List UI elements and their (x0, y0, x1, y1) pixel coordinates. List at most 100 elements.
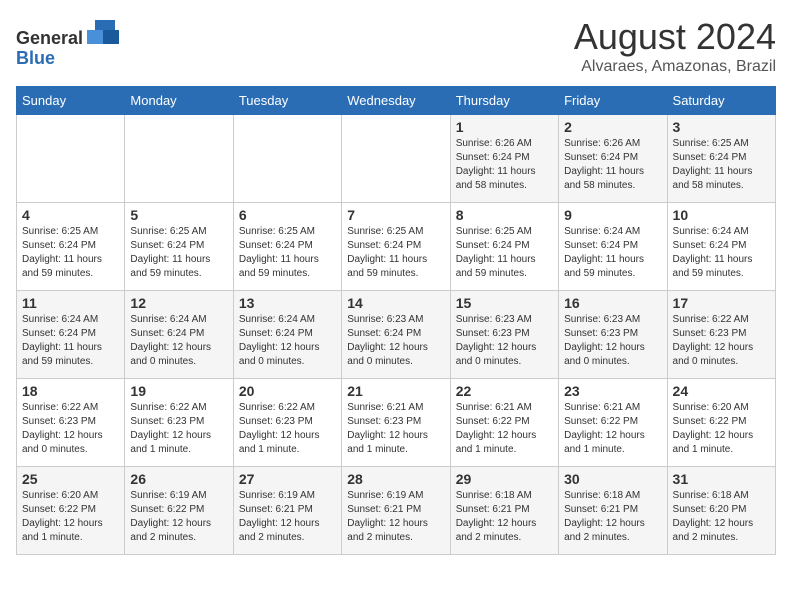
day-number: 8 (456, 207, 553, 223)
logo-blue: Blue (16, 48, 55, 68)
day-info: Sunrise: 6:25 AM Sunset: 6:24 PM Dayligh… (239, 225, 336, 281)
day-number: 23 (564, 383, 661, 399)
calendar-week-row: 4 Sunrise: 6:25 AM Sunset: 6:24 PM Daylig… (17, 203, 776, 291)
calendar-cell: 14Sunrise: 6:23 AM Sunset: 6:24 PM Dayli… (342, 291, 450, 379)
weekday-header: Friday (559, 87, 667, 115)
calendar-cell (17, 115, 125, 203)
calendar-cell: 29 Sunrise: 6:18 AM Sunset: 6:21 PM Dayli… (450, 467, 558, 555)
title-block: August 2024 Alvaraes, Amazonas, Brazil (574, 16, 776, 76)
calendar-cell: 6 Sunrise: 6:25 AM Sunset: 6:24 PM Daylig… (233, 203, 341, 291)
calendar-cell: 10 Sunrise: 6:24 AM Sunset: 6:24 PM Dayli… (667, 203, 775, 291)
day-info: Sunrise: 6:23 AM Sunset: 6:23 PM Dayligh… (564, 313, 661, 369)
logo-icon (87, 16, 119, 44)
calendar-cell (233, 115, 341, 203)
day-info: Sunrise: 6:22 AM Sunset: 6:23 PM Dayligh… (22, 401, 119, 457)
day-info: Sunrise: 6:18 AM Sunset: 6:21 PM Dayligh… (564, 489, 661, 545)
calendar-cell: 1Sunrise: 6:26 AM Sunset: 6:24 PM Daylig… (450, 115, 558, 203)
calendar-cell: 19 Sunrise: 6:22 AM Sunset: 6:23 PM Dayli… (125, 379, 233, 467)
day-info: Sunrise: 6:22 AM Sunset: 6:23 PM Dayligh… (239, 401, 336, 457)
day-info: Sunrise: 6:25 AM Sunset: 6:24 PM Dayligh… (130, 225, 227, 281)
calendar-cell: 4 Sunrise: 6:25 AM Sunset: 6:24 PM Daylig… (17, 203, 125, 291)
calendar-cell: 23 Sunrise: 6:21 AM Sunset: 6:22 PM Dayli… (559, 379, 667, 467)
day-number: 10 (673, 207, 770, 223)
day-info: Sunrise: 6:21 AM Sunset: 6:22 PM Dayligh… (456, 401, 553, 457)
calendar-cell: 25 Sunrise: 6:20 AM Sunset: 6:22 PM Dayli… (17, 467, 125, 555)
calendar-cell: 3 Sunrise: 6:25 AM Sunset: 6:24 PM Daylig… (667, 115, 775, 203)
day-number: 7 (347, 207, 444, 223)
day-number: 21 (347, 383, 444, 399)
calendar-cell: 17 Sunrise: 6:22 AM Sunset: 6:23 PM Dayli… (667, 291, 775, 379)
day-info: Sunrise: 6:21 AM Sunset: 6:23 PM Dayligh… (347, 401, 444, 457)
day-number: 24 (673, 383, 770, 399)
logo: General Blue (16, 16, 119, 69)
day-info: Sunrise: 6:20 AM Sunset: 6:22 PM Dayligh… (673, 401, 770, 457)
day-info: Sunrise: 6:25 AM Sunset: 6:24 PM Dayligh… (673, 137, 770, 193)
calendar-cell: 12Sunrise: 6:24 AM Sunset: 6:24 PM Dayli… (125, 291, 233, 379)
day-info: Sunrise: 6:26 AM Sunset: 6:24 PM Dayligh… (456, 137, 553, 193)
month-title: August 2024 (574, 16, 776, 58)
day-info: Sunrise: 6:25 AM Sunset: 6:24 PM Dayligh… (347, 225, 444, 281)
calendar-cell: 30Sunrise: 6:18 AM Sunset: 6:21 PM Dayli… (559, 467, 667, 555)
day-info: Sunrise: 6:25 AM Sunset: 6:24 PM Dayligh… (22, 225, 119, 281)
day-number: 25 (22, 471, 119, 487)
day-info: Sunrise: 6:23 AM Sunset: 6:24 PM Dayligh… (347, 313, 444, 369)
calendar-cell: 7 Sunrise: 6:25 AM Sunset: 6:24 PM Daylig… (342, 203, 450, 291)
day-info: Sunrise: 6:20 AM Sunset: 6:22 PM Dayligh… (22, 489, 119, 545)
location: Alvaraes, Amazonas, Brazil (574, 58, 776, 76)
day-number: 18 (22, 383, 119, 399)
calendar-cell: 21 Sunrise: 6:21 AM Sunset: 6:23 PM Dayli… (342, 379, 450, 467)
calendar-cell: 16 Sunrise: 6:23 AM Sunset: 6:23 PM Dayli… (559, 291, 667, 379)
day-info: Sunrise: 6:26 AM Sunset: 6:24 PM Dayligh… (564, 137, 661, 193)
weekday-header-row: SundayMondayTuesdayWednesdayThursdayFrid… (17, 87, 776, 115)
day-number: 22 (456, 383, 553, 399)
calendar-cell (342, 115, 450, 203)
calendar-cell: 28Sunrise: 6:19 AM Sunset: 6:21 PM Dayli… (342, 467, 450, 555)
calendar-week-row: 25 Sunrise: 6:20 AM Sunset: 6:22 PM Dayli… (17, 467, 776, 555)
day-info: Sunrise: 6:24 AM Sunset: 6:24 PM Dayligh… (239, 313, 336, 369)
calendar-cell: 13 Sunrise: 6:24 AM Sunset: 6:24 PM Dayli… (233, 291, 341, 379)
day-info: Sunrise: 6:24 AM Sunset: 6:24 PM Dayligh… (22, 313, 119, 369)
calendar-cell: 15Sunrise: 6:23 AM Sunset: 6:23 PM Dayli… (450, 291, 558, 379)
day-number: 20 (239, 383, 336, 399)
calendar-cell: 18 Sunrise: 6:22 AM Sunset: 6:23 PM Dayli… (17, 379, 125, 467)
calendar-cell: 8 Sunrise: 6:25 AM Sunset: 6:24 PM Daylig… (450, 203, 558, 291)
day-info: Sunrise: 6:19 AM Sunset: 6:21 PM Dayligh… (347, 489, 444, 545)
calendar-cell: 24 Sunrise: 6:20 AM Sunset: 6:22 PM Dayli… (667, 379, 775, 467)
calendar-cell: 26 Sunrise: 6:19 AM Sunset: 6:22 PM Dayli… (125, 467, 233, 555)
day-number: 16 (564, 295, 661, 311)
calendar-cell: 5 Sunrise: 6:25 AM Sunset: 6:24 PM Daylig… (125, 203, 233, 291)
calendar-week-row: 11 Sunrise: 6:24 AM Sunset: 6:24 PM Dayli… (17, 291, 776, 379)
calendar-cell: 22 Sunrise: 6:21 AM Sunset: 6:22 PM Dayli… (450, 379, 558, 467)
calendar-cell: 9Sunrise: 6:24 AM Sunset: 6:24 PM Daylig… (559, 203, 667, 291)
day-info: Sunrise: 6:22 AM Sunset: 6:23 PM Dayligh… (673, 313, 770, 369)
day-number: 29 (456, 471, 553, 487)
day-number: 3 (673, 119, 770, 135)
day-info: Sunrise: 6:19 AM Sunset: 6:22 PM Dayligh… (130, 489, 227, 545)
day-number: 13 (239, 295, 336, 311)
weekday-header: Sunday (17, 87, 125, 115)
calendar-cell: 2Sunrise: 6:26 AM Sunset: 6:24 PM Daylig… (559, 115, 667, 203)
weekday-header: Saturday (667, 87, 775, 115)
day-number: 12 (130, 295, 227, 311)
weekday-header: Thursday (450, 87, 558, 115)
day-info: Sunrise: 6:18 AM Sunset: 6:21 PM Dayligh… (456, 489, 553, 545)
day-number: 5 (130, 207, 227, 223)
day-number: 26 (130, 471, 227, 487)
day-number: 11 (22, 295, 119, 311)
day-info: Sunrise: 6:23 AM Sunset: 6:23 PM Dayligh… (456, 313, 553, 369)
day-number: 27 (239, 471, 336, 487)
day-number: 17 (673, 295, 770, 311)
day-info: Sunrise: 6:22 AM Sunset: 6:23 PM Dayligh… (130, 401, 227, 457)
day-number: 9 (564, 207, 661, 223)
weekday-header: Monday (125, 87, 233, 115)
calendar-cell (125, 115, 233, 203)
calendar-table: SundayMondayTuesdayWednesdayThursdayFrid… (16, 86, 776, 555)
logo-general: General (16, 28, 83, 48)
day-number: 19 (130, 383, 227, 399)
day-info: Sunrise: 6:21 AM Sunset: 6:22 PM Dayligh… (564, 401, 661, 457)
day-number: 31 (673, 471, 770, 487)
day-info: Sunrise: 6:25 AM Sunset: 6:24 PM Dayligh… (456, 225, 553, 281)
day-number: 6 (239, 207, 336, 223)
day-info: Sunrise: 6:24 AM Sunset: 6:24 PM Dayligh… (673, 225, 770, 281)
day-number: 4 (22, 207, 119, 223)
